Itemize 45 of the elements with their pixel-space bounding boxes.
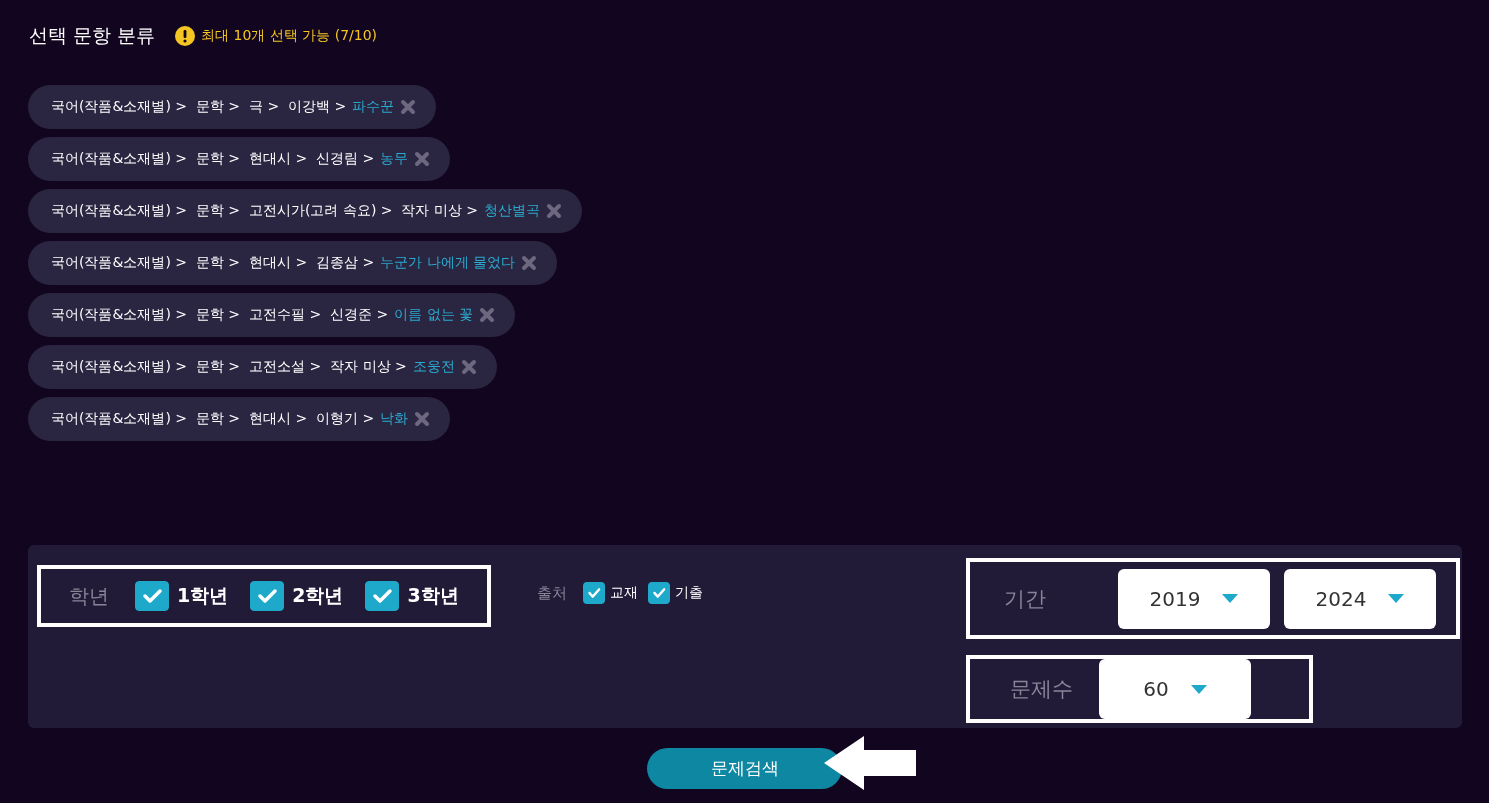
- checkbox[interactable]: [365, 581, 400, 611]
- section-title: 선택 문항 분류: [29, 23, 156, 48]
- work-title: 누군가 나에게 물었다: [380, 254, 516, 272]
- remove-icon[interactable]: [479, 307, 496, 323]
- end-year-dropdown[interactable]: 2024: [1284, 568, 1436, 629]
- work-title: 청산별곡: [484, 202, 541, 220]
- checkbox-label: 교재: [610, 584, 638, 602]
- category-path: 국어(작품&소재별) > 문학 > 극 > 이강백 >: [51, 98, 347, 116]
- checkbox[interactable]: [648, 582, 670, 604]
- checkbox-label: 기출: [675, 584, 703, 602]
- remove-icon[interactable]: [521, 255, 538, 271]
- checkbox-label: 1학년: [177, 583, 229, 608]
- work-title: 농무: [380, 150, 409, 168]
- remove-icon[interactable]: [400, 99, 417, 115]
- category-path: 국어(작품&소재별) > 문학 > 고전시가(고려 속요) > 작자 미상 >: [51, 202, 479, 220]
- warning-icon: [175, 26, 196, 46]
- checkbox[interactable]: [250, 581, 285, 611]
- category-path: 국어(작품&소재별) > 문학 > 현대시 > 김종삼 >: [51, 254, 375, 272]
- work-title: 조웅전: [412, 358, 455, 376]
- category-path: 국어(작품&소재별) > 문학 > 현대시 > 이형기 >: [51, 410, 375, 428]
- checkbox[interactable]: [135, 581, 169, 611]
- category-path: 국어(작품&소재별) > 문학 > 현대시 > 신경림 >: [51, 150, 375, 168]
- checkbox-label: 2학년: [292, 583, 344, 608]
- remove-icon[interactable]: [460, 359, 477, 375]
- caret-icon: [1190, 684, 1207, 694]
- search-button[interactable]: 문제검색: [647, 747, 842, 789]
- caret-icon: [1388, 594, 1405, 603]
- selection-limit-notice: 최대 10개 선택 가능 (7/10): [201, 27, 378, 45]
- period-label: 기간: [1004, 585, 1047, 613]
- remove-icon[interactable]: [414, 151, 431, 167]
- caret-icon: [1222, 594, 1239, 603]
- start-year-dropdown[interactable]: 2019: [1118, 568, 1270, 629]
- source-label: 출처: [537, 583, 567, 603]
- remove-icon[interactable]: [546, 203, 563, 219]
- category-path: 국어(작품&소재별) > 문학 > 고전수필 > 신경준 >: [51, 306, 389, 324]
- category-path: 국어(작품&소재별) > 문학 > 고전소설 > 작자 미상 >: [51, 358, 407, 376]
- work-title: 파수꾼: [352, 98, 395, 116]
- work-title: 낙화: [380, 410, 409, 428]
- work-title: 이름 없는 꽃: [394, 306, 474, 324]
- grade-label: 학년: [69, 582, 109, 610]
- question-count-dropdown[interactable]: 60: [1099, 659, 1251, 719]
- checkbox-label: 3학년: [407, 583, 459, 608]
- question-count-label: 문제수: [1010, 676, 1073, 703]
- remove-icon[interactable]: [414, 411, 431, 427]
- checkbox[interactable]: [583, 582, 605, 604]
